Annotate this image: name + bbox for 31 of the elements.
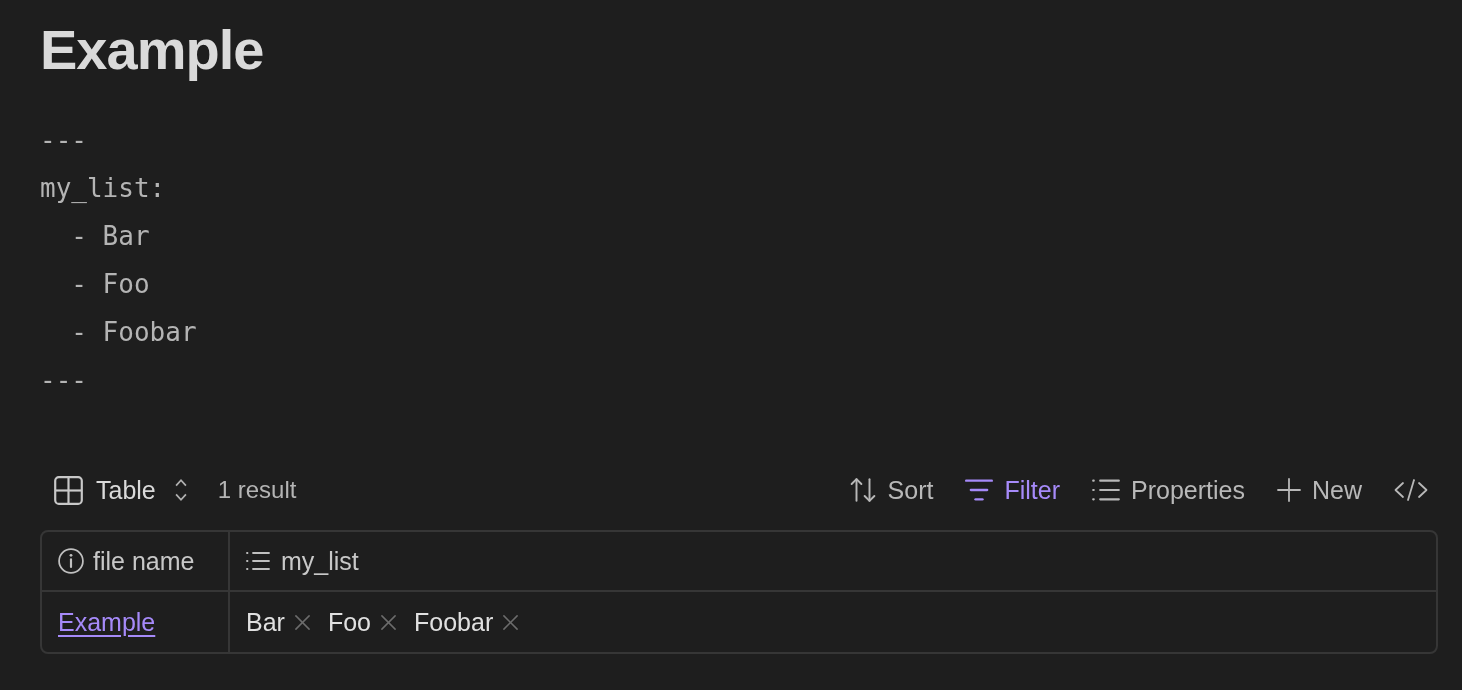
code-line: --- <box>40 124 87 157</box>
remove-icon[interactable] <box>502 613 520 631</box>
filter-icon <box>965 477 994 503</box>
code-line: --- <box>40 364 87 397</box>
list-value: Foobar <box>414 607 494 637</box>
view-button[interactable]: Table <box>54 475 188 505</box>
file-link[interactable]: Example <box>58 607 156 637</box>
filter-button[interactable]: Filter <box>959 471 1067 509</box>
sort-button[interactable]: Sort <box>842 471 940 509</box>
code-line: - Foobar <box>70 316 197 349</box>
sort-arrows-icon <box>848 477 877 503</box>
remove-icon[interactable] <box>380 613 397 631</box>
list-icon <box>246 551 270 571</box>
result-count: 1 result <box>217 476 297 504</box>
code-icon <box>1394 478 1428 502</box>
new-button[interactable]: New <box>1271 471 1368 509</box>
list-value: Foo <box>327 607 371 637</box>
column-name: my_list <box>281 546 359 576</box>
remove-icon[interactable] <box>293 613 311 631</box>
info-icon <box>58 548 84 574</box>
column-name: file name <box>93 546 195 576</box>
code-line: - Bar <box>70 220 150 253</box>
chevron-up-down-icon <box>173 478 188 502</box>
code-line: my_list: <box>40 172 166 205</box>
table-icon <box>54 475 83 505</box>
list-icon <box>1092 477 1121 503</box>
plus-icon <box>1277 478 1301 502</box>
properties-button[interactable]: Properties <box>1086 471 1251 509</box>
code-line: - Foo <box>70 268 150 301</box>
list-value: Bar <box>246 607 285 637</box>
page-title: Example <box>40 17 264 83</box>
